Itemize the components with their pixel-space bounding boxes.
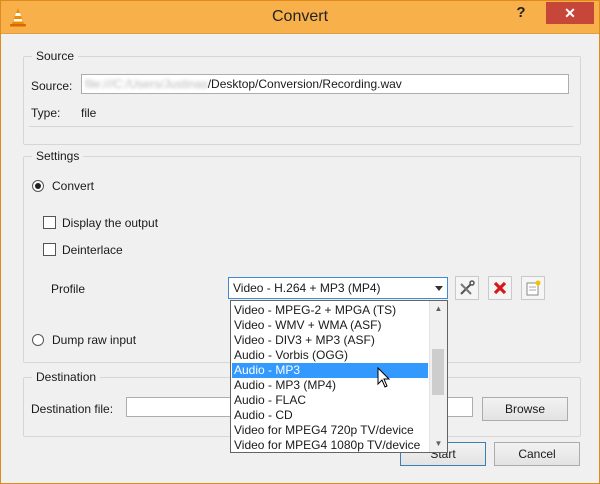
profile-dropdown-list: ▲ ▼ Video - MPEG-2 + MPGA (TS) Video - WM… <box>230 300 448 453</box>
delete-profile-button[interactable] <box>488 276 512 300</box>
profile-option[interactable]: Video - WMV + WMA (ASF) <box>232 318 428 333</box>
source-group: Source <box>23 49 581 145</box>
profile-option[interactable]: Audio - CD <box>232 408 428 423</box>
cancel-button[interactable]: Cancel <box>494 442 580 466</box>
profile-selected-value: Video - H.264 + MP3 (MP4) <box>233 281 381 295</box>
profile-option[interactable]: Audio - MP3 (MP4) <box>232 378 428 393</box>
display-output-checkbox[interactable] <box>43 216 56 229</box>
profile-combobox[interactable]: Video - H.264 + MP3 (MP4) <box>228 277 448 299</box>
type-value: file <box>81 106 97 120</box>
new-profile-button[interactable] <box>521 276 545 300</box>
chevron-down-icon[interactable] <box>435 286 443 291</box>
type-label: Type: <box>31 106 61 120</box>
profile-option[interactable]: Audio - FLAC <box>232 393 428 408</box>
source-label: Source: <box>31 79 73 93</box>
deinterlace-label[interactable]: Deinterlace <box>62 243 123 257</box>
source-divider <box>29 126 573 127</box>
scroll-down-icon[interactable]: ▼ <box>430 436 447 452</box>
convert-radio-label[interactable]: Convert <box>52 179 94 193</box>
source-path-redacted: file:///C:/Users/Justinas <box>85 77 208 91</box>
settings-group-title: Settings <box>32 149 84 163</box>
edit-profile-button[interactable] <box>455 276 479 300</box>
help-button[interactable]: ? <box>501 2 541 26</box>
new-profile-icon <box>526 280 541 296</box>
profile-option[interactable]: Audio - Vorbis (OGG) <box>232 348 428 363</box>
profile-option[interactable]: Video for MPEG4 720p TV/device <box>232 423 428 438</box>
dump-raw-label[interactable]: Dump raw input <box>52 333 136 347</box>
source-group-title: Source <box>32 49 79 63</box>
destination-file-label: Destination file: <box>31 402 114 416</box>
profile-option[interactable]: Video - MPEG-2 + MPGA (TS) <box>232 303 428 318</box>
dump-raw-radio[interactable] <box>32 334 44 346</box>
delete-profile-icon <box>493 281 507 295</box>
title-bar: Convert ? ✕ <box>1 1 599 34</box>
profile-label: Profile <box>51 282 86 296</box>
scrollbar-thumb[interactable] <box>432 349 444 395</box>
deinterlace-checkbox[interactable] <box>43 243 56 256</box>
display-output-label[interactable]: Display the output <box>62 216 158 230</box>
profile-option[interactable]: Audio - MP3 <box>232 363 428 378</box>
profile-option[interactable]: Video - DIV3 + MP3 (ASF) <box>232 333 428 348</box>
source-field[interactable]: file:///C:/Users/Justinas/Desktop/Conver… <box>81 74 569 94</box>
convert-radio[interactable] <box>32 180 44 192</box>
destination-group-title: Destination <box>32 370 101 384</box>
profile-option[interactable]: Video for MPEG4 1080p TV/device <box>232 438 428 452</box>
dropdown-scrollbar[interactable]: ▲ ▼ <box>429 301 447 452</box>
source-path: /Desktop/Conversion/Recording.wav <box>207 77 402 91</box>
convert-dialog: Convert ? ✕ Source Source: file:///C:/Us… <box>0 0 600 484</box>
mouse-cursor-icon <box>377 367 391 388</box>
close-button[interactable]: ✕ <box>546 2 594 24</box>
edit-profile-icon <box>460 280 475 295</box>
scroll-up-icon[interactable]: ▲ <box>430 301 447 317</box>
browse-button[interactable]: Browse <box>482 397 568 421</box>
